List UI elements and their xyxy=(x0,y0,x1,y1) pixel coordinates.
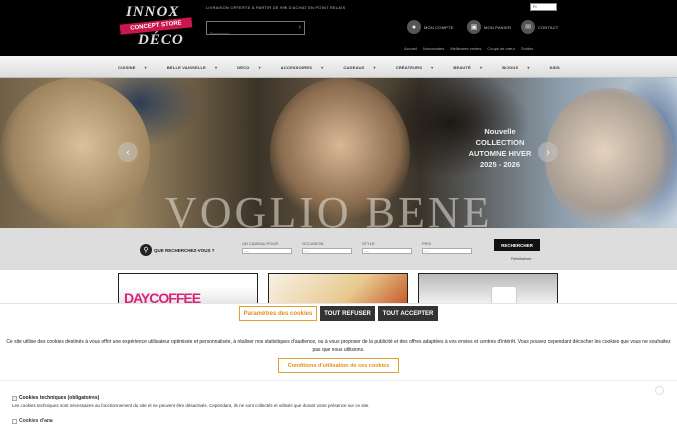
filter-label: PRIX xyxy=(422,241,432,246)
nav-item-accessoires[interactable]: ACCESSOIRES ▾ xyxy=(281,65,324,70)
search-icon: ⚲ xyxy=(140,244,152,256)
hero-title: VOGLIO BENE xyxy=(165,188,493,228)
top-link-nouveautes[interactable]: Nouveautés xyxy=(423,46,444,51)
product-card[interactable] xyxy=(268,273,408,305)
nav-label: BEAUTÉ xyxy=(453,64,472,70)
nav-label: BIJOUX xyxy=(502,64,519,70)
cart-link[interactable]: ▣ MON PANIER xyxy=(467,20,511,34)
chevron-down-icon: ▾ xyxy=(321,64,324,70)
finder-title: QUE RECHERCHEZ-VOUS ? xyxy=(154,247,215,253)
top-link-coups-de-coeur[interactable]: Coups de cœur xyxy=(487,46,515,51)
chevron-down-icon: ▾ xyxy=(431,64,434,70)
filter-label: UN CADEAU POUR xyxy=(242,241,279,246)
nav-item-createurs[interactable]: CRÉATEURS ▾ xyxy=(396,65,434,70)
main-nav: CUISINE ▾ BELLE VAISSELLE ▾ DÉCO ▾ ACCESSOI… xyxy=(0,56,677,78)
product-card[interactable]: DAYCOFFEE xyxy=(118,273,258,305)
header: INNOX CONCEPT STORE DÉCO LIVRAISON OFFER… xyxy=(0,0,677,56)
analytics-cookies-checkbox[interactable] xyxy=(12,418,17,424)
technical-cookies-checkbox xyxy=(12,395,17,401)
technical-cookies-text: Les cookies techniques sont nécessaires … xyxy=(12,403,370,408)
nav-item-bijoux[interactable]: BIJOUX ▾ xyxy=(502,65,529,70)
nav-item-belle-vaisselle[interactable]: BELLE VAISSELLE ▾ xyxy=(167,65,217,70)
filter-price: PRIX ----- xyxy=(422,241,472,254)
search-box: › xyxy=(206,21,305,40)
filter-occasion-select[interactable]: ----- xyxy=(302,248,352,254)
contact-label: CONTACT xyxy=(538,24,559,30)
product-card[interactable] xyxy=(418,273,558,305)
filter-label: STYLE xyxy=(362,241,375,246)
nav-label: ACCESSOIRES xyxy=(280,64,313,70)
cookie-settings-button[interactable]: Paramètres des cookies xyxy=(239,306,317,321)
slider-prev-arrow-icon[interactable]: ‹ xyxy=(118,142,138,162)
top-link-accueil[interactable]: Accueil xyxy=(404,46,417,51)
nav-label: CRÉATEURS xyxy=(395,64,423,70)
search-input[interactable] xyxy=(207,27,293,40)
nav-label: CUISINE xyxy=(118,64,136,70)
nav-label: KIDS xyxy=(549,64,560,70)
analytics-cookies-label: Cookies d'ana xyxy=(19,418,53,424)
account-label: MON COMPTE xyxy=(424,24,454,30)
search-button[interactable]: RECHERCHER xyxy=(494,239,540,251)
filter-gift-for: UN CADEAU POUR ----- xyxy=(242,241,292,254)
cookie-conditions-button[interactable]: Conditions d'utilisation de ces cookies xyxy=(278,358,399,373)
user-icon: ● xyxy=(407,20,421,34)
nav-item-deco[interactable]: DÉCO ▾ xyxy=(237,65,261,70)
top-links: Accueil Nouveautés Meilleures ventes Cou… xyxy=(404,46,533,51)
filter-style: STYLE ----- xyxy=(362,241,412,254)
filter-occasion: OCCASION ----- xyxy=(302,241,352,254)
analytics-cookies-row: Cookies d'ana xyxy=(12,418,53,424)
circle-icon xyxy=(655,386,664,395)
chevron-down-icon: ▾ xyxy=(144,64,147,70)
nav-label: CADEAUX xyxy=(343,64,365,70)
top-link-soldes[interactable]: Soldes xyxy=(521,46,533,51)
hero-face-right xyxy=(545,88,675,228)
technical-cookies-title: Cookies techniques (obligatoires) xyxy=(12,395,99,401)
finder-label: ⚲ QUE RECHERCHEZ-VOUS ? xyxy=(140,244,215,256)
nav-label: BELLE VAISSELLE xyxy=(166,64,206,70)
filter-label: OCCASION xyxy=(302,241,324,246)
top-link-meilleures-ventes[interactable]: Meilleures ventes xyxy=(450,46,481,51)
site-logo[interactable]: INNOX CONCEPT STORE DÉCO xyxy=(119,4,200,52)
chevron-down-icon: ▾ xyxy=(258,64,261,70)
filter-price-select[interactable]: ----- xyxy=(422,248,472,254)
cookie-text: Ce site utilise des cookies destinés à v… xyxy=(6,339,671,353)
chevron-down-icon: ▾ xyxy=(373,64,376,70)
chevron-down-icon: ▾ xyxy=(215,64,218,70)
search-submit-icon[interactable]: › xyxy=(299,23,301,33)
collection-line: Nouvelle xyxy=(484,127,516,136)
nav-item-cuisine[interactable]: CUISINE ▾ xyxy=(118,65,147,70)
contact-link[interactable]: ✉ CONTACT xyxy=(521,20,558,34)
accept-all-button[interactable]: TOUT ACCEPTER xyxy=(378,306,438,321)
nav-item-beaute[interactable]: BEAUTÉ ▾ xyxy=(453,65,482,70)
filter-style-select[interactable]: ----- xyxy=(362,248,412,254)
cart-label: MON PANIER xyxy=(484,24,512,30)
slider-next-arrow-icon[interactable]: › xyxy=(538,142,558,162)
refuse-all-button[interactable]: TOUT REFUSER xyxy=(320,306,375,321)
filter-gift-for-select[interactable]: ----- xyxy=(242,248,292,254)
nav-label: DÉCO xyxy=(237,64,250,70)
chevron-down-icon: ▾ xyxy=(527,64,530,70)
cart-icon: ▣ xyxy=(467,20,481,34)
chevron-down-icon: ▾ xyxy=(480,64,483,70)
mail-icon: ✉ xyxy=(521,20,535,34)
nav-item-cadeaux[interactable]: CADEAUX ▾ xyxy=(343,65,375,70)
technical-cookies-label: Cookies techniques (obligatoires) xyxy=(19,395,100,401)
hero-banner[interactable]: VOGLIO BENE Nouvelle COLLECTION AUTOMNE … xyxy=(0,78,677,228)
promo-banner: LIVRAISON OFFERTE À PARTIR DE 99€ D'ACHA… xyxy=(206,5,346,10)
nav-item-kids[interactable]: KIDS xyxy=(550,65,560,70)
divider xyxy=(0,380,677,381)
logo-text-bottom: DÉCO xyxy=(138,32,184,48)
reset-link[interactable]: Réinitialiser xyxy=(511,256,532,261)
language-select[interactable]: Fr xyxy=(530,3,557,11)
account-link[interactable]: ● MON COMPTE xyxy=(407,20,454,34)
